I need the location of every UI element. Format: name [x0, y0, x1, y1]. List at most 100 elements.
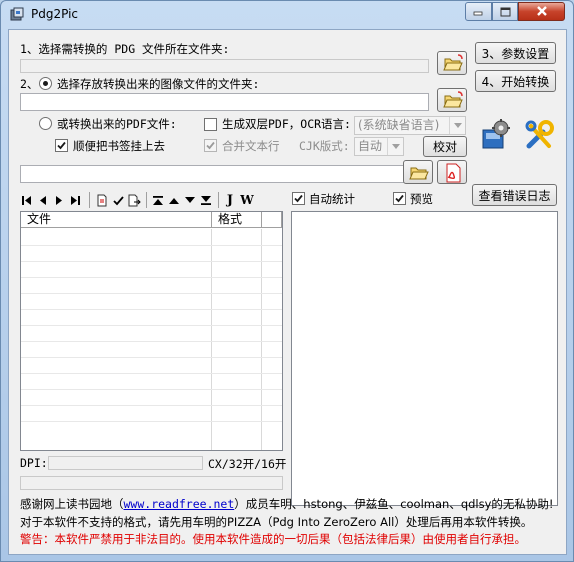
proofread-button[interactable]: 校对: [423, 136, 467, 157]
grid-row-line: [21, 277, 282, 278]
checkmark-icon: [294, 194, 303, 203]
maximize-button[interactable]: [492, 2, 518, 21]
word-button[interactable]: W: [239, 192, 255, 208]
move-down-button[interactable]: [183, 192, 197, 208]
source-folder-field[interactable]: [20, 59, 429, 73]
dpi-label: DPI:: [20, 456, 48, 470]
merge-lines-checkbox[interactable]: [204, 139, 217, 152]
export-button[interactable]: [127, 192, 141, 208]
preview-pane[interactable]: [291, 211, 558, 506]
readfree-link[interactable]: www.readfree.net: [124, 497, 235, 511]
checkmark-icon: [57, 141, 66, 150]
cjk-layout-select[interactable]: 自动: [354, 137, 404, 156]
grid-row-line: [21, 293, 282, 294]
file-list[interactable]: 文件 格式: [20, 211, 283, 451]
open-pdf-button[interactable]: [437, 160, 467, 184]
move-top-icon: [153, 195, 163, 205]
auto-stats-checkbox[interactable]: [292, 192, 305, 205]
preview-checkbox[interactable]: [393, 192, 406, 205]
first-page-button[interactable]: [20, 192, 34, 208]
move-top-button[interactable]: [151, 192, 165, 208]
merge-lines-label: 合并文本行: [222, 139, 280, 153]
grid-row-line: [21, 341, 282, 342]
triangle-up-icon: [169, 197, 179, 204]
grid-row-line: [21, 389, 282, 390]
dpi-field[interactable]: [48, 456, 203, 470]
bookmark-checkbox[interactable]: [55, 139, 68, 152]
title-bar[interactable]: Pdg2Pic: [1, 1, 573, 29]
minimize-button[interactable]: [465, 2, 492, 21]
app-icon: [10, 7, 24, 21]
browse-output-button[interactable]: [437, 88, 467, 112]
bookmark-label: 顺便把书签挂上去: [73, 139, 165, 153]
step2-label: 2、: [20, 77, 39, 91]
skip-first-icon: [22, 195, 31, 205]
start-convert-button[interactable]: 4、开始转换: [475, 70, 556, 92]
next-button[interactable]: [52, 192, 66, 208]
grid-row-line: [21, 325, 282, 326]
ocr-language-select[interactable]: (系统缺省语言): [354, 116, 466, 135]
grid-row-line: [21, 373, 282, 374]
auto-stats-label: 自动统计: [309, 192, 355, 206]
close-button[interactable]: [518, 2, 565, 21]
close-icon: [536, 6, 547, 16]
browse-pdf-button[interactable]: [403, 160, 433, 184]
toolbar-divider: [146, 192, 147, 208]
check-button[interactable]: [111, 192, 125, 208]
minimize-icon: [473, 11, 483, 16]
step1-label: 1、选择需转换的 PDG 文件所在文件夹:: [20, 42, 230, 56]
open-folder-icon: [443, 91, 463, 108]
grid-column-line: [211, 229, 212, 450]
column-header-extra[interactable]: [262, 212, 282, 228]
document-edit-icon: [97, 194, 107, 206]
grid-row-line: [21, 405, 282, 406]
output-folder-radio[interactable]: [39, 77, 52, 90]
open-folder-icon: [409, 167, 429, 180]
triangle-right-icon: [56, 195, 62, 205]
settings-button[interactable]: 3、参数设置: [475, 42, 556, 64]
chevron-down-icon: [449, 117, 465, 134]
view-error-log-button[interactable]: 查看错误日志: [472, 184, 557, 206]
pdf-file-icon: [446, 163, 461, 183]
grid-row-line: [21, 309, 282, 310]
maximize-icon: [500, 7, 510, 16]
column-header-file[interactable]: 文件: [21, 212, 212, 228]
grid-column-line: [261, 229, 262, 450]
prev-button[interactable]: [36, 192, 50, 208]
window-title: Pdg2Pic: [31, 7, 79, 21]
w-glyph-icon: W: [240, 193, 254, 207]
column-header-format[interactable]: 格式: [212, 212, 262, 228]
grid-row-line: [21, 421, 282, 422]
toolbar-divider: [89, 192, 90, 208]
output-pdf-radio[interactable]: [39, 117, 52, 130]
checkmark-icon: [206, 141, 215, 150]
last-page-button[interactable]: [68, 192, 82, 208]
output-folder-field[interactable]: [20, 93, 429, 111]
browse-source-button[interactable]: [437, 51, 467, 75]
triangle-down-icon: [185, 196, 195, 203]
page-size-text: CX/32开/16开: [208, 457, 287, 471]
justify-button[interactable]: J: [223, 192, 237, 208]
chevron-down-icon: [387, 138, 403, 155]
progress-bar: [20, 476, 283, 490]
checkmark-icon: [395, 194, 404, 203]
format-note: 对于本软件不支持的格式，请先用车明的PIZZA（Pdg Into ZeroZer…: [20, 515, 533, 529]
pdf-output-field[interactable]: [20, 165, 429, 183]
gears-tool-icon[interactable]: [479, 118, 515, 152]
move-up-button[interactable]: [167, 192, 181, 208]
edit-file-button[interactable]: [95, 192, 109, 208]
dual-layer-checkbox[interactable]: [204, 118, 217, 131]
cjk-layout-label: CJK版式:: [299, 139, 350, 153]
legal-warning: 警告：本软件严禁用于非法目的。使用本软件造成的一切后果（包括法律后果）由使用者自…: [20, 532, 526, 546]
j-glyph-icon: J: [226, 192, 234, 208]
open-folder-icon: [443, 54, 463, 71]
grid-row-line: [21, 261, 282, 262]
output-folder-label: 选择存放转换出来的图像文件的文件夹:: [57, 77, 260, 91]
move-bottom-button[interactable]: [199, 192, 213, 208]
output-pdf-label: 或转换出来的PDF文件:: [57, 117, 177, 131]
document-export-icon: [128, 194, 141, 206]
wrench-tool-icon[interactable]: [523, 118, 557, 152]
app-window: Pdg2Pic 1、选择需转换的 PDG 文件所在文件夹: 2、 选择存放转换出…: [0, 0, 574, 562]
triangle-left-icon: [40, 195, 46, 205]
dual-layer-label: 生成双层PDF，OCR语言:: [222, 117, 351, 131]
